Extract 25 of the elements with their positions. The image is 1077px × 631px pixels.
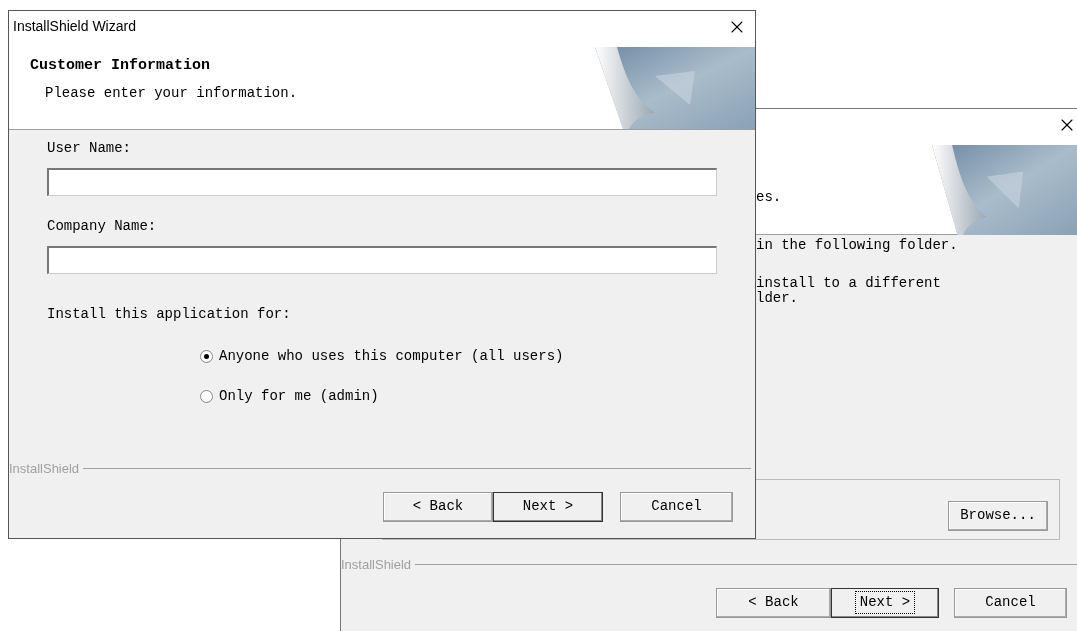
- dialog-button[interactable]: Next >: [493, 491, 603, 522]
- radio-label[interactable]: Anyone who uses this computer (all users): [219, 346, 564, 367]
- field-label: User Name:: [47, 139, 132, 158]
- dialog-button[interactable]: < Back: [716, 587, 831, 618]
- radio-button[interactable]: [200, 350, 213, 363]
- dialog-button[interactable]: Next >: [831, 587, 939, 618]
- text-input[interactable]: [47, 246, 717, 274]
- dialog-button[interactable]: Cancel: [620, 491, 733, 522]
- installshield-label: InstallShield: [341, 556, 413, 574]
- header-subtitle: es.: [756, 188, 783, 207]
- field-label: Company Name:: [47, 217, 158, 236]
- window-title: InstallShield Wizard: [13, 17, 136, 36]
- dialog-button[interactable]: < Back: [383, 491, 493, 522]
- radio-label[interactable]: Only for me (admin): [219, 386, 379, 407]
- body-text: lder.: [756, 291, 799, 306]
- radio-button[interactable]: [200, 390, 213, 403]
- header-subtitle: Please enter your information.: [44, 83, 299, 103]
- dialog-button[interactable]: Cancel: [954, 587, 1067, 618]
- body-text: in the following folder.: [756, 238, 959, 253]
- body-text: install to a different: [756, 276, 942, 291]
- header-title: Customer Information: [30, 56, 212, 76]
- section-label: Install this application for:: [47, 305, 292, 324]
- text-input[interactable]: [47, 168, 717, 196]
- installshield-label: InstallShield: [9, 460, 81, 478]
- dialog-button[interactable]: Browse...: [948, 500, 1048, 531]
